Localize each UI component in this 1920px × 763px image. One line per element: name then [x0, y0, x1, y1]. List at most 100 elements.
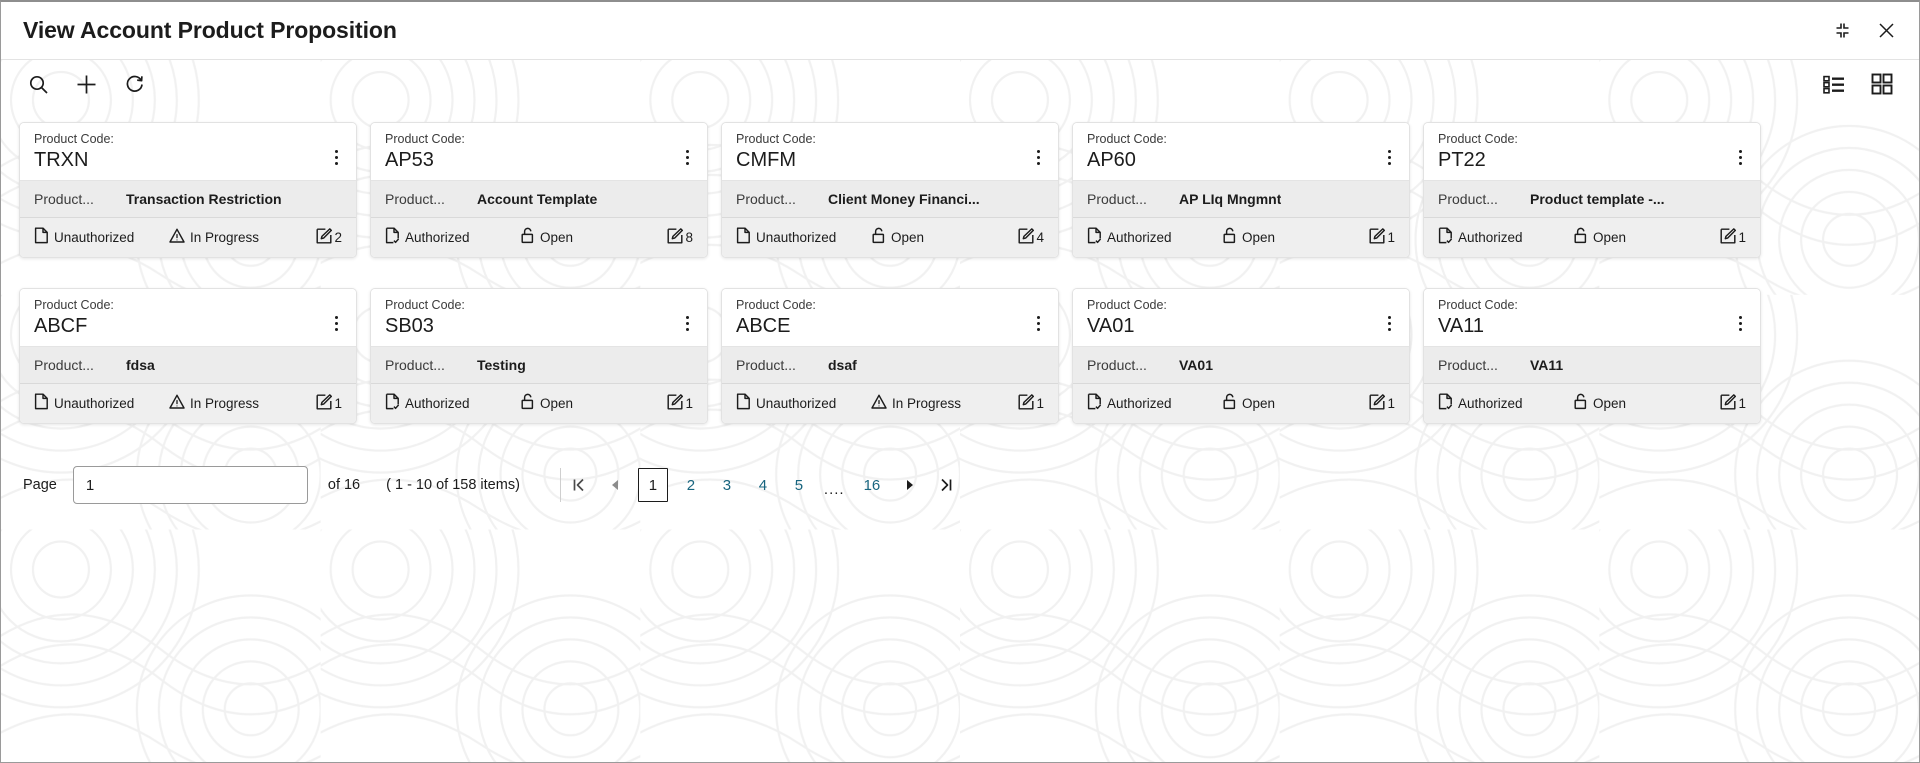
card-footer: Authorized Open 1 — [371, 383, 707, 423]
product-code-value: TRXN — [34, 148, 328, 172]
product-code-value: VA01 — [1087, 314, 1381, 338]
authorization-status-label: Unauthorized — [54, 230, 134, 245]
product-description-label: Product... — [1438, 191, 1530, 207]
modification-count-label: 1 — [1036, 396, 1044, 411]
card-header-text: Product Code: SB03 — [385, 298, 679, 338]
last-page-icon[interactable] — [928, 467, 964, 503]
product-card[interactable]: Product Code: AP53 Product... Account Te… — [370, 122, 708, 258]
grid-view-icon[interactable] — [1867, 69, 1897, 99]
product-description-value: dsaf — [828, 357, 857, 373]
document-icon — [34, 227, 49, 247]
product-card[interactable]: Product Code: SB03 Product... Testing Au… — [370, 288, 708, 424]
edit-square-icon — [1018, 228, 1034, 247]
card-footer: Authorized Open 1 — [1073, 217, 1409, 257]
page-number-button[interactable]: 2 — [678, 468, 704, 502]
record-status: Open — [1222, 227, 1369, 247]
product-card[interactable]: Product Code: VA01 Product... VA01 Autho… — [1072, 288, 1410, 424]
card-menu-icon[interactable] — [1732, 142, 1748, 172]
card-body: Product... Transaction Restriction — [20, 180, 356, 217]
authorization-status-label: Unauthorized — [54, 396, 134, 411]
page-number-button-last[interactable]: 16 — [857, 468, 888, 502]
modification-count-label: 1 — [685, 396, 693, 411]
product-code-label: Product Code: — [736, 298, 1030, 313]
collapse-icon[interactable] — [1831, 20, 1853, 42]
refresh-icon[interactable] — [119, 69, 149, 99]
plus-icon[interactable] — [71, 69, 101, 99]
search-icon[interactable] — [23, 69, 53, 99]
next-page-icon[interactable] — [892, 467, 928, 503]
card-menu-icon[interactable] — [328, 308, 344, 338]
record-status: In Progress — [169, 228, 316, 246]
card-header-text: Product Code: AP53 — [385, 132, 679, 172]
page-number-button[interactable]: 3 — [714, 468, 740, 502]
product-card[interactable]: Product Code: ABCE Product... dsaf Unaut… — [721, 288, 1059, 424]
modification-count: 8 — [667, 228, 693, 247]
record-status-label: In Progress — [892, 396, 961, 411]
cards-container: Product Code: TRXN Product... Transactio… — [1, 108, 1919, 424]
card-footer: Unauthorized In Progress 2 — [20, 217, 356, 257]
product-code-value: CMFM — [736, 148, 1030, 172]
product-code-label: Product Code: — [34, 298, 328, 313]
card-header-text: Product Code: PT22 — [1438, 132, 1732, 172]
previous-page-icon[interactable] — [597, 467, 633, 503]
total-pages-text: of 16 — [328, 477, 360, 493]
card-menu-icon[interactable] — [328, 142, 344, 172]
product-card[interactable]: Product Code: AP60 Product... AP LIq Mng… — [1072, 122, 1410, 258]
page-number-button[interactable]: 5 — [786, 468, 812, 502]
card-footer: Unauthorized In Progress 1 — [20, 383, 356, 423]
product-code-label: Product Code: — [385, 132, 679, 147]
product-code-value: ABCE — [736, 314, 1030, 338]
card-menu-icon[interactable] — [1381, 142, 1397, 172]
modification-count: 1 — [316, 394, 342, 413]
card-menu-icon[interactable] — [1732, 308, 1748, 338]
product-description-label: Product... — [385, 191, 477, 207]
card-footer: Authorized Open 1 — [1073, 383, 1409, 423]
authorization-status-label: Authorized — [1458, 396, 1523, 411]
page-title: View Account Product Proposition — [23, 17, 397, 44]
product-description-value: Transaction Restriction — [126, 191, 282, 207]
unlock-icon — [871, 227, 886, 247]
modification-count-label: 1 — [334, 396, 342, 411]
card-footer: Authorized Open 1 — [1424, 383, 1760, 423]
card-menu-icon[interactable] — [679, 308, 695, 338]
card-menu-icon[interactable] — [1030, 308, 1046, 338]
card-footer: Authorized Open 1 — [1424, 217, 1760, 257]
first-page-icon[interactable] — [561, 467, 597, 503]
close-icon[interactable] — [1875, 20, 1897, 42]
authorization-status-label: Unauthorized — [756, 396, 836, 411]
authorization-status: Authorized — [1087, 227, 1222, 247]
card-body: Product... Client Money Financi... — [722, 180, 1058, 217]
card-menu-icon[interactable] — [1381, 308, 1397, 338]
edit-square-icon — [1369, 394, 1385, 413]
card-header-text: Product Code: TRXN — [34, 132, 328, 172]
product-card[interactable]: Product Code: TRXN Product... Transactio… — [19, 122, 357, 258]
unlock-icon — [1222, 227, 1237, 247]
card-header: Product Code: SB03 — [371, 289, 707, 346]
record-status-label: Open — [540, 230, 573, 245]
product-card[interactable]: Product Code: PT22 Product... Product te… — [1423, 122, 1761, 258]
product-description-label: Product... — [736, 191, 828, 207]
list-view-icon[interactable] — [1819, 69, 1849, 99]
authorization-status: Authorized — [1438, 393, 1573, 413]
edit-square-icon — [316, 394, 332, 413]
card-header-text: Product Code: VA11 — [1438, 298, 1732, 338]
authorization-status: Authorized — [1087, 393, 1222, 413]
modification-count: 1 — [1720, 228, 1746, 247]
record-status-label: In Progress — [190, 230, 259, 245]
edit-square-icon — [1720, 394, 1736, 413]
card-menu-icon[interactable] — [1030, 142, 1046, 172]
page-input[interactable] — [73, 466, 308, 504]
product-card[interactable]: Product Code: CMFM Product... Client Mon… — [721, 122, 1059, 258]
card-header: Product Code: CMFM — [722, 123, 1058, 180]
modification-count-label: 8 — [685, 230, 693, 245]
page-number-button[interactable]: 1 — [638, 468, 668, 502]
card-menu-icon[interactable] — [679, 142, 695, 172]
record-status: Open — [1573, 227, 1720, 247]
authorization-status: Unauthorized — [34, 227, 169, 247]
record-status: Open — [520, 393, 667, 413]
product-card[interactable]: Product Code: ABCF Product... fdsa Unaut… — [19, 288, 357, 424]
card-footer: Unauthorized In Progress 1 — [722, 383, 1058, 423]
modification-count-label: 2 — [334, 230, 342, 245]
product-card[interactable]: Product Code: VA11 Product... VA11 Autho… — [1423, 288, 1761, 424]
page-number-button[interactable]: 4 — [750, 468, 776, 502]
